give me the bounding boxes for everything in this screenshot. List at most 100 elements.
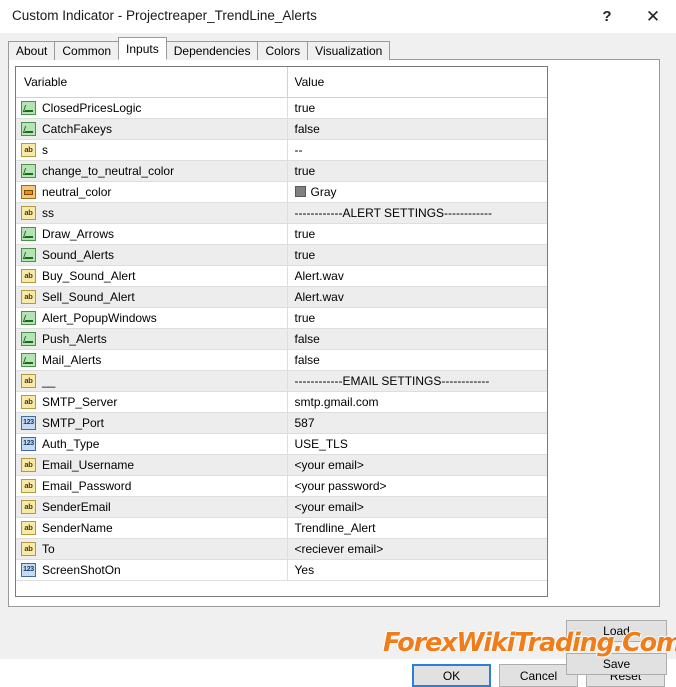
variable-cell[interactable]: CatchFakeys [16, 118, 288, 140]
ok-button[interactable]: OK [412, 664, 491, 687]
table-row[interactable]: ab Email_Username <your email> [16, 454, 547, 476]
table-row[interactable]: Mail_Alerts false [16, 349, 547, 371]
variable-cell-content: Draw_Arrows [16, 227, 286, 241]
table-row[interactable]: ab To <reciever email> [16, 538, 547, 560]
variable-cell[interactable]: Sound_Alerts [16, 244, 288, 266]
value-cell[interactable]: true [287, 223, 547, 245]
table-row[interactable]: ab s -- [16, 139, 547, 161]
variable-cell[interactable]: neutral_color [16, 181, 288, 203]
variable-cell[interactable]: ab SenderName [16, 517, 288, 539]
tab-colors[interactable]: Colors [257, 41, 309, 60]
value-cell[interactable]: <reciever email> [287, 538, 547, 560]
variable-cell[interactable]: ab Email_Username [16, 454, 288, 476]
variable-name: Sound_Alerts [42, 248, 115, 262]
value-cell[interactable]: USE_TLS [287, 433, 547, 455]
value-cell[interactable]: <your email> [287, 496, 547, 518]
variable-cell[interactable]: ab ss [16, 202, 288, 224]
variable-cell[interactable]: ab SMTP_Server [16, 391, 288, 413]
value-cell[interactable]: false [287, 118, 547, 140]
value-cell[interactable]: true [287, 97, 547, 119]
value-cell[interactable]: true [287, 307, 547, 329]
table-row[interactable]: Alert_PopupWindows true [16, 307, 547, 329]
variable-cell[interactable]: ab Email_Password [16, 475, 288, 497]
variable-cell[interactable]: Push_Alerts [16, 328, 288, 350]
tab-common[interactable]: Common [54, 41, 120, 60]
table-row[interactable]: Draw_Arrows true [16, 223, 547, 245]
table-row[interactable]: 123 Auth_Type USE_TLS [16, 433, 547, 455]
table-row[interactable]: ab SMTP_Server smtp.gmail.com [16, 391, 547, 413]
variable-cell-content: ab To [16, 542, 286, 556]
bool-icon [21, 248, 36, 262]
table-row[interactable]: 123 ScreenShotOn Yes [16, 559, 547, 581]
tab-visualization[interactable]: Visualization [307, 41, 391, 60]
value-cell[interactable]: false [287, 349, 547, 371]
variable-cell[interactable]: Mail_Alerts [16, 349, 288, 371]
value-text: <your email> [294, 458, 364, 472]
variable-cell[interactable]: Alert_PopupWindows [16, 307, 288, 329]
value-text: Gray [310, 185, 337, 199]
variable-cell[interactable]: 123 Auth_Type [16, 433, 288, 455]
value-cell[interactable]: ------------ALERT SETTINGS------------ [287, 202, 547, 224]
value-cell[interactable]: Trendline_Alert [287, 517, 547, 539]
table-row[interactable]: Push_Alerts false [16, 328, 547, 350]
value-cell[interactable]: 587 [287, 412, 547, 434]
inputs-tab-page: Variable Value ClosedPricesLogic true Catc… [8, 59, 667, 675]
value-cell[interactable]: Alert.wav [287, 286, 547, 308]
value-cell[interactable]: smtp.gmail.com [287, 391, 547, 413]
string-icon: ab [21, 269, 36, 283]
value-cell[interactable]: true [287, 244, 547, 266]
value-cell[interactable]: <your email> [287, 454, 547, 476]
tab-about[interactable]: About [8, 41, 56, 60]
tab-inputs[interactable]: Inputs [118, 37, 167, 60]
column-header-variable[interactable]: Variable [16, 67, 288, 98]
color-swatch [294, 186, 306, 197]
table-row[interactable]: ClosedPricesLogic true [16, 97, 547, 119]
table-row[interactable]: ab SenderEmail <your email> [16, 496, 547, 518]
table-row[interactable]: ab Sell_Sound_Alert Alert.wav [16, 286, 547, 308]
table-row[interactable]: ab SenderName Trendline_Alert [16, 517, 547, 539]
table-row[interactable]: neutral_color Gray [16, 181, 547, 203]
value-cell[interactable]: ------------EMAIL SETTINGS------------ [287, 370, 547, 392]
value-cell[interactable]: Gray [287, 181, 547, 203]
string-icon: ab [21, 395, 36, 409]
table-row[interactable]: ab __ ------------EMAIL SETTINGS----------… [16, 370, 547, 392]
column-header-value[interactable]: Value [287, 67, 547, 98]
variable-cell[interactable]: ClosedPricesLogic [16, 97, 288, 119]
variable-cell[interactable]: ab __ [16, 370, 288, 392]
variable-cell[interactable]: 123 SMTP_Port [16, 412, 288, 434]
value-cell[interactable]: true [287, 160, 547, 182]
bool-icon [21, 122, 36, 136]
table-row[interactable]: ab ss ------------ALERT SETTINGS----------… [16, 202, 547, 224]
save-button[interactable]: Save [566, 653, 667, 675]
table-row[interactable]: ab Email_Password <your password> [16, 475, 547, 497]
window-body: About Common Inputs Dependencies Colors … [0, 33, 676, 687]
value-cell[interactable]: Alert.wav [287, 265, 547, 287]
variable-cell[interactable]: Draw_Arrows [16, 223, 288, 245]
color-icon [21, 185, 36, 199]
variable-cell[interactable]: ab s [16, 139, 288, 161]
variable-cell[interactable]: change_to_neutral_color [16, 160, 288, 182]
table-row[interactable]: 123 SMTP_Port 587 [16, 412, 547, 434]
value-cell[interactable]: Yes [287, 559, 547, 581]
value-cell[interactable]: false [287, 328, 547, 350]
variable-cell-content: ab __ [16, 374, 286, 388]
help-icon[interactable]: ? [584, 0, 630, 33]
value-text: Yes [294, 563, 315, 577]
value-cell[interactable]: -- [287, 139, 547, 161]
table-row[interactable]: change_to_neutral_color true [16, 160, 547, 182]
table-row[interactable]: ab Buy_Sound_Alert Alert.wav [16, 265, 547, 287]
variable-cell[interactable]: ab Sell_Sound_Alert [16, 286, 288, 308]
close-icon[interactable]: ✕ [630, 0, 676, 33]
table-row[interactable]: CatchFakeys false [16, 118, 547, 140]
variable-cell[interactable]: ab Buy_Sound_Alert [16, 265, 288, 287]
tab-dependencies[interactable]: Dependencies [165, 41, 259, 60]
table-row[interactable]: Sound_Alerts true [16, 244, 547, 266]
load-button[interactable]: Load [566, 620, 667, 642]
variable-name: Push_Alerts [42, 332, 107, 346]
variable-cell[interactable]: ab To [16, 538, 288, 560]
variable-cell[interactable]: ab SenderEmail [16, 496, 288, 518]
variable-name: neutral_color [42, 185, 112, 199]
parameters-table-frame[interactable]: Variable Value ClosedPricesLogic true Catc… [15, 66, 548, 597]
variable-cell[interactable]: 123 ScreenShotOn [16, 559, 288, 581]
value-cell[interactable]: <your password> [287, 475, 547, 497]
